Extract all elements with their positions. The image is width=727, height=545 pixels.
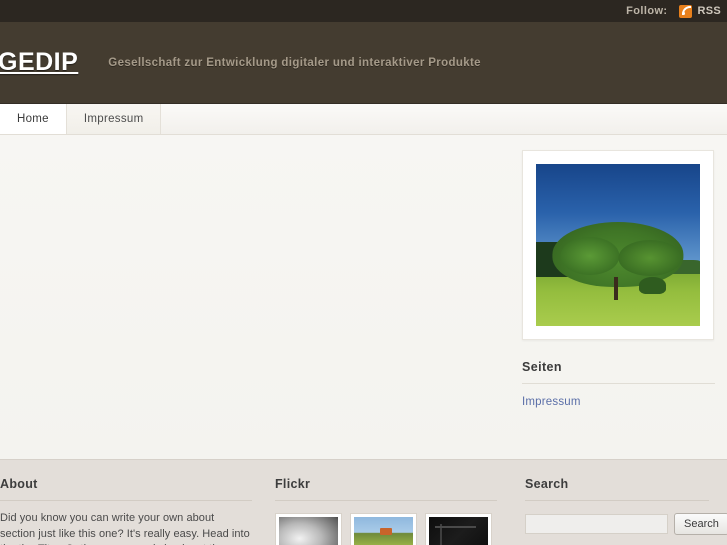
site-header: GEDIP Gesellschaft zur Entwicklung digit…	[0, 22, 727, 104]
flickr-thumb-3[interactable]	[425, 513, 492, 545]
site-title[interactable]: GEDIP	[0, 48, 78, 77]
main-content-column	[0, 135, 510, 459]
search-form: Search	[525, 513, 727, 535]
search-button[interactable]: Search	[674, 513, 727, 535]
content-area: Seiten Impressum	[0, 135, 727, 459]
rss-label: RSS	[697, 5, 721, 17]
main-navigation: Home Impressum	[0, 104, 727, 135]
nav-tab-home[interactable]: Home	[0, 104, 67, 134]
widget-seiten: Seiten Impressum	[522, 360, 727, 408]
site-tagline: Gesellschaft zur Entwicklung digitaler u…	[108, 56, 481, 69]
footer-title-flickr: Flickr	[275, 477, 497, 501]
nav-tab-impressum[interactable]: Impressum	[66, 104, 162, 134]
sidebar-photo-frame	[522, 150, 714, 340]
flickr-thumb-3-image	[429, 517, 488, 545]
flickr-thumb-1[interactable]	[275, 513, 342, 545]
footer-title-about: About	[0, 477, 252, 501]
rss-link[interactable]: RSS	[679, 4, 725, 18]
rss-icon	[679, 4, 693, 18]
flickr-thumb-1-image	[279, 517, 338, 545]
widget-title-seiten: Seiten	[522, 360, 715, 384]
flickr-thumbnail-grid	[275, 513, 497, 545]
sidebar-link-impressum[interactable]: Impressum	[522, 396, 715, 408]
small-bush	[639, 277, 666, 294]
footer-column-flickr: Flickr	[270, 477, 515, 545]
top-bar: Follow: RSS	[0, 0, 727, 22]
flickr-thumb-2-image	[354, 517, 413, 545]
site-footer: About Did you know you can write your ow…	[0, 459, 727, 545]
tree-trunk	[614, 277, 619, 301]
search-input[interactable]	[525, 514, 668, 534]
footer-title-search: Search	[525, 477, 709, 501]
footer-column-search: Search Search	[515, 477, 727, 545]
about-text-part1: Did you know you can write your own abou…	[0, 512, 250, 545]
about-text: Did you know you can write your own abou…	[0, 511, 252, 545]
flickr-thumb-2[interactable]	[350, 513, 417, 545]
footer-column-about: About Did you know you can write your ow…	[0, 477, 270, 545]
follow-label: Follow:	[626, 5, 668, 17]
sidebar: Seiten Impressum	[510, 135, 727, 459]
tree-in-meadow-photo	[536, 164, 700, 326]
